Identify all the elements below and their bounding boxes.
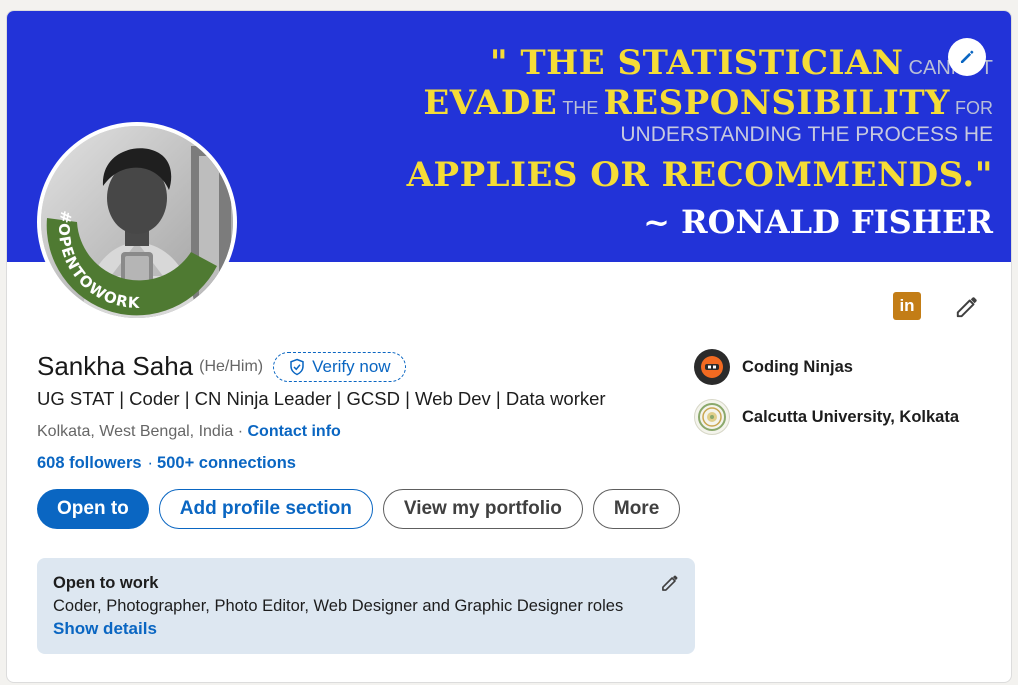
more-button[interactable]: More bbox=[592, 489, 681, 529]
profile-network-row: 608 followers · 500+ connections bbox=[37, 454, 296, 473]
linkedin-badge-icon[interactable]: in bbox=[893, 292, 921, 320]
pencil-icon bbox=[662, 575, 678, 591]
open-to-work-title: Open to work bbox=[53, 574, 159, 592]
organization-name: Coding Ninjas bbox=[742, 357, 853, 376]
profile-photo[interactable]: #OPENTOWORK bbox=[37, 122, 237, 322]
profile-name: Sankha Saha bbox=[37, 351, 194, 381]
organization-name: Calcutta University, Kolkata bbox=[742, 407, 960, 426]
profile-headline: UG STAT | Coder | CN Ninja Leader | GCSD… bbox=[37, 388, 606, 409]
banner-quote-line-3: UNDERSTANDING THE PROCESS HE bbox=[620, 123, 993, 146]
open-to-work-roles: Coder, Photographer, Photo Editor, Web D… bbox=[53, 597, 624, 615]
banner-quote-author: ~ RONALD FISHER bbox=[643, 203, 993, 241]
banner-quote-text: THE bbox=[562, 98, 599, 118]
profile-card: " THE STATISTICIAN CANNOT EVADE THE RESP… bbox=[6, 10, 1012, 683]
edit-open-to-work-button[interactable] bbox=[659, 572, 681, 594]
profile-actions: Open to Add profile section View my port… bbox=[37, 489, 681, 529]
pencil-icon bbox=[956, 297, 977, 318]
verify-now-label: Verify now bbox=[312, 356, 391, 376]
organization-item[interactable]: Calcutta University, Kolkata bbox=[694, 399, 959, 435]
show-details-link[interactable]: Show details bbox=[53, 619, 157, 639]
open-to-work-card: Open to work Coder, Photographer, Photo … bbox=[37, 558, 695, 654]
edit-banner-button[interactable] bbox=[948, 38, 986, 76]
avatar-image: #OPENTOWORK bbox=[41, 126, 233, 318]
verified-shield-icon bbox=[290, 358, 304, 375]
followers-link[interactable]: 608 followers bbox=[37, 454, 142, 472]
profile-photo-image: #OPENTOWORK bbox=[41, 126, 233, 318]
banner-quote-text: EVADE bbox=[423, 83, 558, 123]
connections-link[interactable]: 500+ connections bbox=[157, 454, 296, 472]
view-portfolio-button[interactable]: View my portfolio bbox=[382, 489, 583, 529]
banner-quote-line-1: " THE STATISTICIAN CANNOT bbox=[490, 43, 993, 83]
organization-item[interactable]: Coding Ninjas bbox=[694, 349, 853, 385]
location-separator: · bbox=[233, 423, 248, 440]
banner-quote-line-2: EVADE THE RESPONSIBILITY FOR bbox=[423, 83, 993, 123]
edit-intro-button[interactable] bbox=[951, 291, 983, 323]
banner-quote-line-4: APPLIES OR RECOMMENDS." bbox=[406, 155, 993, 195]
open-to-button[interactable]: Open to bbox=[37, 489, 149, 529]
contact-info-link[interactable]: Contact info bbox=[247, 423, 340, 440]
network-separator: · bbox=[147, 454, 154, 472]
profile-location-row: Kolkata, West Bengal, India · Contact in… bbox=[37, 423, 341, 441]
add-profile-section-button[interactable]: Add profile section bbox=[158, 489, 373, 529]
profile-name-row: Sankha Saha (He/Him) Verify now bbox=[37, 351, 406, 382]
profile-location: Kolkata, West Bengal, India bbox=[37, 423, 234, 440]
calcutta-university-logo-icon bbox=[694, 399, 730, 435]
pencil-icon bbox=[961, 50, 974, 63]
verify-now-button[interactable]: Verify now bbox=[273, 351, 406, 382]
profile-pronouns: (He/Him) bbox=[199, 357, 264, 375]
banner-quote-text: " THE STATISTICIAN bbox=[489, 43, 904, 83]
coding-ninjas-logo-icon bbox=[694, 349, 730, 385]
banner-quote-text: RESPONSIBILITY bbox=[603, 83, 950, 123]
banner-quote-text: FOR bbox=[955, 98, 993, 118]
